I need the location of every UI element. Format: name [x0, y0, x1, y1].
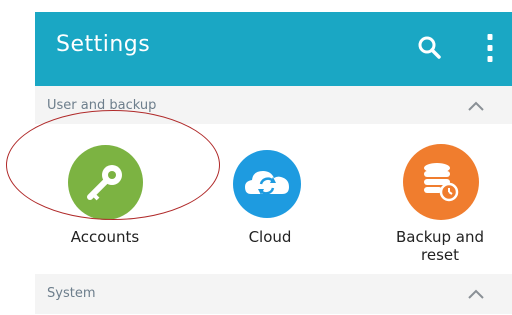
tile-cloud[interactable]: Cloud [205, 124, 335, 274]
more-vert-icon [487, 34, 493, 62]
search-icon [418, 36, 441, 59]
app-bar: Settings [35, 12, 512, 86]
tile-backup-and-reset[interactable]: Backup and reset [365, 124, 512, 274]
page-title: Settings [56, 32, 151, 57]
chevron-up-icon[interactable] [467, 100, 485, 112]
more-options-button[interactable] [482, 32, 498, 64]
cloud-sync-icon [245, 171, 289, 195]
cloud-icon-circle [233, 150, 301, 218]
annotation-circle [6, 110, 220, 220]
tile-label: Accounts [70, 228, 140, 246]
tile-label: Cloud [248, 228, 292, 246]
backup-database-icon [424, 163, 459, 202]
section-header-system[interactable]: System [35, 274, 512, 314]
search-button[interactable] [416, 34, 444, 62]
chevron-up-icon[interactable] [467, 288, 485, 300]
backup-icon-circle [403, 144, 479, 220]
tile-label: Backup and reset [396, 228, 484, 264]
section-title: System [47, 286, 96, 301]
